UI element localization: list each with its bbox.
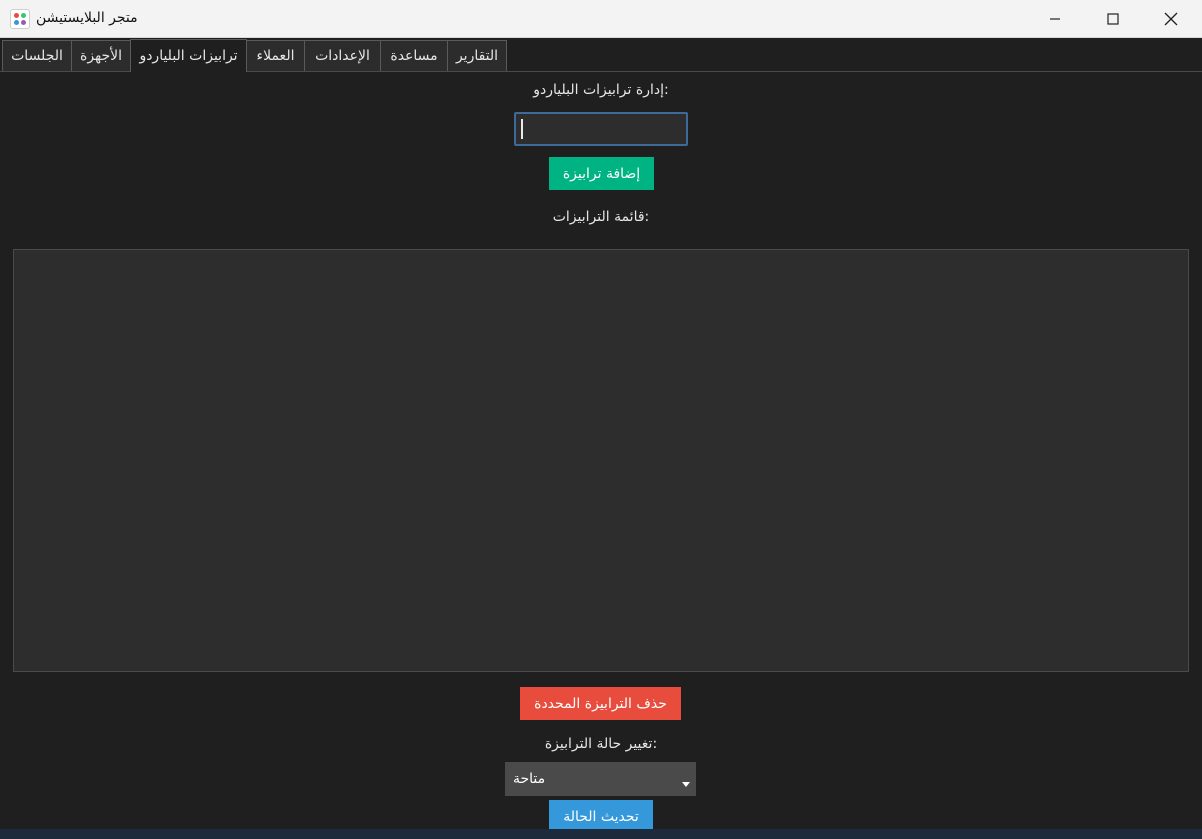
- app-icon: [10, 9, 30, 29]
- tables-list-label: قائمة الترابيزات:: [552, 209, 650, 225]
- table-name-input[interactable]: [514, 112, 688, 146]
- tables-listbox[interactable]: [13, 249, 1189, 672]
- tab-devices[interactable]: الأجهزة: [71, 40, 131, 71]
- dropdown-arrow-icon: [682, 782, 690, 787]
- manage-tables-label: إدارة ترابيزات البلياردو:: [533, 82, 669, 98]
- status-selected-value: متاحة: [513, 771, 546, 787]
- tab-sessions[interactable]: الجلسات: [2, 40, 72, 71]
- close-icon: [1164, 12, 1178, 26]
- table-status-select[interactable]: متاحة: [505, 762, 696, 796]
- tab-bar: الجلسات الأجهزة ترابيزات البلياردو العمل…: [0, 38, 1202, 72]
- tab-reports[interactable]: التقارير: [447, 40, 507, 71]
- minimize-icon: [1050, 18, 1060, 20]
- taskbar-strip: [0, 829, 1202, 839]
- delete-table-button[interactable]: حذف الترابيزة المحددة: [520, 687, 681, 720]
- window-title: متجر البلايستيشن: [36, 10, 138, 26]
- close-button[interactable]: [1142, 0, 1200, 38]
- tab-billiard-tables[interactable]: ترابيزات البلياردو: [130, 39, 247, 72]
- text-caret: [521, 119, 523, 139]
- tab-customers[interactable]: العملاء: [246, 40, 305, 71]
- billiard-tab-content: إدارة ترابيزات البلياردو: إضافة ترابيزة …: [1, 72, 1201, 839]
- window-titlebar: متجر البلايستيشن: [0, 0, 1202, 38]
- maximize-button[interactable]: [1084, 0, 1142, 38]
- add-table-button[interactable]: إضافة ترابيزة: [549, 157, 654, 190]
- tab-help[interactable]: مساعدة: [380, 40, 448, 71]
- minimize-button[interactable]: [1026, 0, 1084, 38]
- tab-settings[interactable]: الإعدادات: [304, 40, 381, 71]
- maximize-icon: [1107, 13, 1119, 25]
- change-status-label: تغيير حالة الترابيزة:: [544, 736, 658, 752]
